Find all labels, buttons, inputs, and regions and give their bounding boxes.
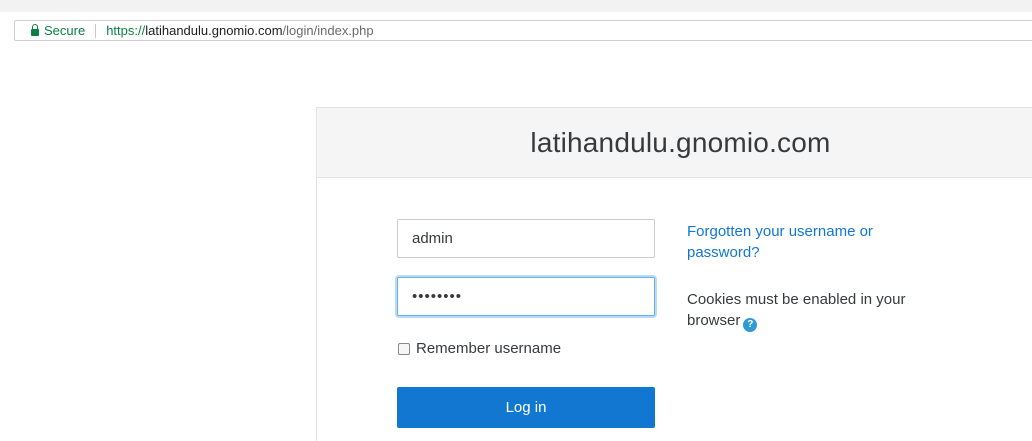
card-header: latihandulu.gnomio.com <box>317 108 1032 178</box>
url-host: latihandulu.gnomio.com <box>145 23 283 38</box>
address-bar[interactable]: Secure https://latihandulu.gnomio.com/lo… <box>14 20 1032 41</box>
username-input[interactable] <box>397 219 655 258</box>
cookies-note: Cookies must be enabled in your browser? <box>687 289 947 332</box>
help-icon[interactable]: ? <box>743 317 758 332</box>
url-path: /login/index.php <box>282 23 374 38</box>
url-scheme: https:// <box>106 23 146 38</box>
login-card: latihandulu.gnomio.com Remember username… <box>316 107 1032 441</box>
login-button[interactable]: Log in <box>397 387 655 428</box>
remember-username[interactable]: Remember username <box>398 340 561 357</box>
site-title: latihandulu.gnomio.com <box>530 126 831 158</box>
url-text[interactable]: https://latihandulu.gnomio.com/login/ind… <box>106 23 373 38</box>
forgot-password-link[interactable]: Forgotten your username or password? <box>687 221 937 263</box>
remember-label: Remember username <box>416 340 562 357</box>
secure-indicator[interactable]: Secure <box>44 23 85 38</box>
remember-checkbox[interactable] <box>398 342 410 355</box>
cookies-text: Cookies must be enabled in your browser <box>687 291 906 329</box>
lock-icon <box>31 24 39 36</box>
password-input[interactable] <box>397 277 655 316</box>
browser-top-strip <box>0 0 1032 12</box>
address-separator <box>95 23 97 38</box>
